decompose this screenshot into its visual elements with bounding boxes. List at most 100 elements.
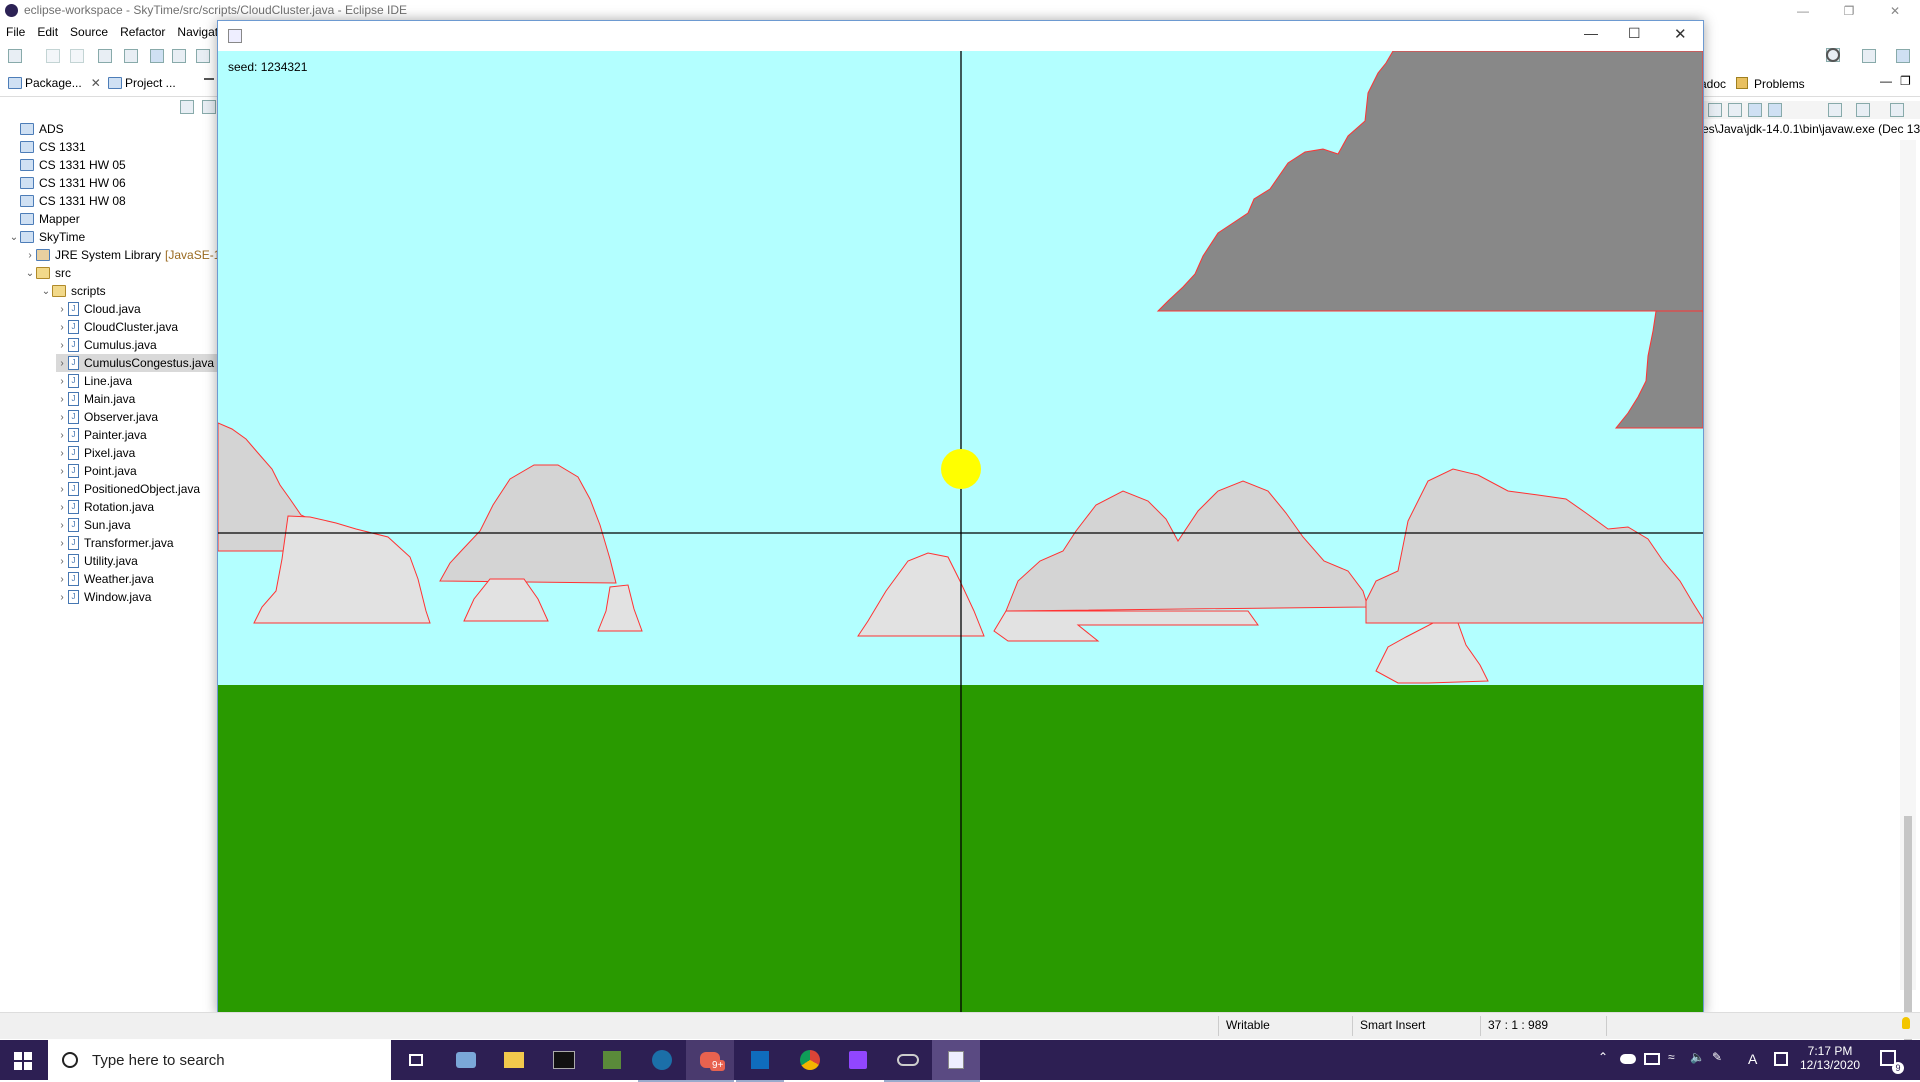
sky-canvas[interactable]: seed: 1234321 [218, 51, 1703, 1014]
chevron-right-icon[interactable]: › [56, 520, 68, 531]
volume-icon[interactable]: 🔈 [1690, 1050, 1705, 1064]
tree-item[interactable]: ⌄ src [24, 264, 71, 282]
search-icon[interactable] [98, 49, 112, 63]
scroll-lock-icon[interactable] [1728, 103, 1742, 117]
app-minimize-button[interactable]: — [1584, 25, 1598, 41]
tree-item[interactable]: › J Line.java [56, 372, 132, 390]
tree-item[interactable]: › J Sun.java [56, 516, 131, 534]
chevron-right-icon[interactable]: › [56, 574, 68, 585]
tree-item[interactable]: › J Utility.java [56, 552, 138, 570]
open-perspective-icon[interactable] [1862, 49, 1876, 63]
chevron-right-icon[interactable]: › [56, 376, 68, 387]
tab-project-explorer[interactable]: Project ... [108, 76, 176, 90]
chevron-right-icon[interactable]: › [56, 556, 68, 567]
show-hidden-icons[interactable]: ⌃ [1598, 1050, 1608, 1064]
menu-refactor[interactable]: Refactor [114, 25, 171, 39]
chevron-right-icon[interactable]: › [56, 340, 68, 351]
tab-package-explorer[interactable]: Package... ✕ [8, 76, 101, 90]
steam-icon[interactable] [638, 1040, 686, 1082]
java-app-taskbar-icon[interactable] [932, 1040, 980, 1082]
battery-icon[interactable] [1644, 1053, 1660, 1065]
tree-item[interactable]: › J CumulusCongestus.java [56, 354, 218, 372]
tree-item[interactable]: ADS [8, 120, 64, 138]
discord-icon[interactable]: 9+ [686, 1040, 734, 1082]
tree-item[interactable]: › J Cloud.java [56, 300, 141, 318]
console-scrollbar[interactable] [1900, 140, 1916, 1052]
java-perspective-icon[interactable] [1896, 49, 1910, 63]
pen-icon[interactable]: ✎ [1712, 1050, 1722, 1064]
search-toolbar-icon[interactable] [1826, 48, 1840, 62]
tree-item[interactable]: ⌄ SkyTime [8, 228, 85, 246]
input-language-icon[interactable]: A [1748, 1051, 1757, 1067]
vpn-icon[interactable] [884, 1040, 932, 1082]
eclipse-minimize-button[interactable]: — [1780, 0, 1826, 22]
chevron-right-icon[interactable]: › [24, 250, 36, 261]
chevron-right-icon[interactable]: › [56, 358, 68, 369]
mark-occurrences-icon[interactable] [150, 49, 164, 63]
toggle-icon[interactable] [196, 49, 210, 63]
tree-item[interactable]: › J Weather.java [56, 570, 154, 588]
task-view-icon[interactable] [392, 1040, 440, 1080]
eclipse-restore-button[interactable]: ❐ [1826, 0, 1872, 22]
link-editor-icon[interactable] [202, 100, 216, 114]
terminal-icon[interactable] [540, 1040, 588, 1080]
close-tab-icon[interactable]: ✕ [91, 76, 101, 90]
debug-icon[interactable] [124, 49, 138, 63]
chrome-icon[interactable] [786, 1040, 834, 1080]
twitch-icon[interactable] [834, 1040, 882, 1080]
tree-item[interactable]: › J Point.java [56, 462, 137, 480]
save-icon[interactable] [46, 49, 60, 63]
app-close-button[interactable]: ✕ [1674, 25, 1687, 43]
file-explorer-icon[interactable] [490, 1040, 538, 1080]
tree-item[interactable]: › J CloudCluster.java [56, 318, 178, 336]
tree-item[interactable]: › J Observer.java [56, 408, 158, 426]
tree-item[interactable]: Mapper [8, 210, 80, 228]
chevron-right-icon[interactable]: › [56, 448, 68, 459]
onedrive-icon[interactable] [1620, 1054, 1636, 1064]
chevron-right-icon[interactable]: › [56, 484, 68, 495]
menu-edit[interactable]: Edit [31, 25, 64, 39]
menu-source[interactable]: Source [64, 25, 114, 39]
chevron-right-icon[interactable]: › [56, 430, 68, 441]
tree-item[interactable]: CS 1331 [8, 138, 86, 156]
tree-item[interactable]: › J Rotation.java [56, 498, 154, 516]
tree-item[interactable]: CS 1331 HW 06 [8, 174, 126, 192]
tree-item[interactable]: › J PositionedObject.java [56, 480, 200, 498]
chevron-down-icon[interactable]: ⌄ [40, 286, 52, 297]
tree-item[interactable]: › J Window.java [56, 588, 151, 606]
tree-item[interactable]: › J Painter.java [56, 426, 147, 444]
tree-item[interactable]: › J Cumulus.java [56, 336, 157, 354]
new-icon[interactable] [8, 49, 22, 63]
chevron-down-icon[interactable]: ⌄ [8, 232, 20, 243]
start-button[interactable] [14, 1052, 32, 1070]
chevron-right-icon[interactable]: › [56, 538, 68, 549]
keyboard-icon[interactable] [1774, 1052, 1788, 1066]
tab-problems[interactable]: Problems [1754, 77, 1805, 91]
minimize-view-icon[interactable] [204, 78, 214, 80]
wifi-icon[interactable]: ≈ [1668, 1050, 1675, 1064]
tree-item[interactable]: › JRE System Library [JavaSE-14] [24, 246, 230, 264]
chevron-right-icon[interactable]: › [56, 502, 68, 513]
open-console-icon[interactable] [1856, 103, 1870, 117]
photos-icon[interactable] [442, 1040, 490, 1080]
outlook-icon[interactable] [736, 1040, 784, 1082]
chevron-right-icon[interactable]: › [56, 412, 68, 423]
eclipse-close-button[interactable]: ✕ [1872, 0, 1918, 22]
clock[interactable]: 7:17 PM 12/13/2020 [1800, 1044, 1860, 1072]
pin-console-icon[interactable] [1768, 103, 1782, 117]
display-console-icon[interactable] [1828, 103, 1842, 117]
tree-item[interactable]: ⌄ scripts [40, 282, 106, 300]
tree-item[interactable]: › J Transformer.java [56, 534, 174, 552]
chevron-right-icon[interactable]: › [56, 394, 68, 405]
chevron-right-icon[interactable]: › [56, 592, 68, 603]
app-maximize-button[interactable]: ☐ [1628, 25, 1641, 42]
menu-file[interactable]: File [0, 25, 31, 39]
chevron-right-icon[interactable]: › [56, 304, 68, 315]
chevron-down-icon[interactable]: ⌄ [24, 268, 36, 279]
collapse-all-icon[interactable] [180, 100, 194, 114]
show-console-icon[interactable] [1748, 103, 1762, 117]
save-all-icon[interactable] [70, 49, 84, 63]
taskbar-search-box[interactable]: Type here to search [48, 1040, 391, 1080]
tree-item[interactable]: CS 1331 HW 08 [8, 192, 126, 210]
tree-item[interactable]: CS 1331 HW 05 [8, 156, 126, 174]
